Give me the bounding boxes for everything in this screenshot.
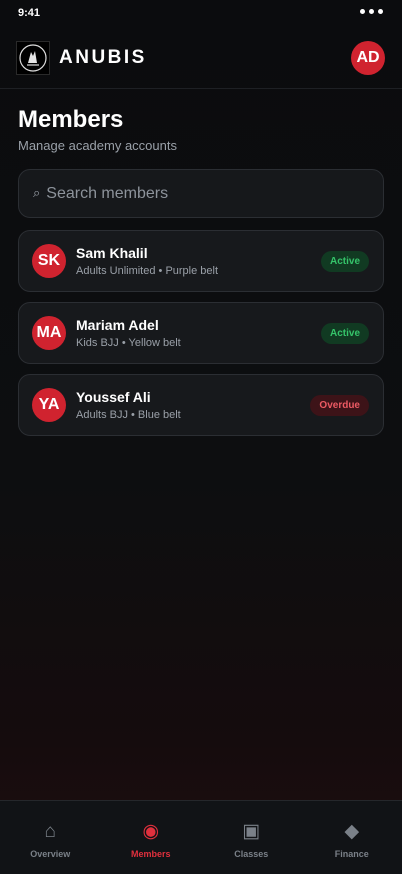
status-bar: 9:41 bbox=[0, 0, 402, 28]
search-input[interactable] bbox=[46, 184, 347, 203]
status-time: 9:41 bbox=[18, 7, 41, 19]
home-icon: ⌂ bbox=[44, 821, 56, 842]
tab-label: Members bbox=[130, 849, 171, 859]
member-avatar: YA bbox=[32, 388, 66, 422]
anubis-logo bbox=[16, 41, 50, 75]
tab-label: Classes bbox=[234, 849, 269, 859]
member-name: Mariam Adel bbox=[76, 317, 159, 333]
status-badge: Overdue bbox=[310, 395, 369, 416]
brand-name: ANUBIS bbox=[59, 47, 147, 68]
finance-icon: ◆ bbox=[344, 821, 360, 842]
status-badge: Active bbox=[320, 323, 369, 344]
member-avatar: SK bbox=[32, 244, 66, 278]
app-header: ANUBIS AD bbox=[0, 28, 402, 89]
more-icon[interactable] bbox=[360, 9, 383, 14]
member-card[interactable]: MA Mariam Adel Kids BJJ • Yellow belt Ac… bbox=[18, 302, 384, 364]
tab-members[interactable]: ◉ Members bbox=[101, 801, 202, 874]
bottom-tab-bar: ⌂ Overview ◉ Members ▣ Classes ◆ Finance bbox=[0, 800, 402, 874]
member-detail: Adults BJJ • Blue belt bbox=[76, 409, 181, 421]
status-badge: Active bbox=[320, 251, 369, 272]
search-box[interactable]: ⌕ bbox=[18, 169, 384, 218]
tab-label: Overview bbox=[30, 849, 71, 859]
search-icon: ⌕ bbox=[33, 184, 41, 200]
member-card[interactable]: YA Youssef Ali Adults BJJ • Blue belt Ov… bbox=[18, 374, 384, 436]
tab-overview[interactable]: ⌂ Overview bbox=[0, 801, 101, 874]
members-icon: ◉ bbox=[142, 821, 160, 842]
tab-classes[interactable]: ▣ Classes bbox=[201, 801, 302, 874]
page-subtitle: Manage academy accounts bbox=[18, 138, 177, 153]
tab-finance[interactable]: ◆ Finance bbox=[302, 801, 402, 874]
member-detail: Adults Unlimited • Purple belt bbox=[76, 265, 219, 277]
tab-label: Finance bbox=[334, 849, 369, 859]
member-name: Youssef Ali bbox=[76, 389, 151, 405]
member-avatar: MA bbox=[32, 316, 66, 350]
member-card[interactable]: SK Sam Khalil Adults Unlimited • Purple … bbox=[18, 230, 384, 292]
user-avatar[interactable]: AD bbox=[351, 41, 385, 75]
page-title: Members bbox=[18, 106, 124, 133]
member-name: Sam Khalil bbox=[76, 245, 148, 261]
classes-icon: ▣ bbox=[242, 821, 261, 842]
member-detail: Kids BJJ • Yellow belt bbox=[76, 337, 181, 349]
member-list: SK Sam Khalil Adults Unlimited • Purple … bbox=[18, 230, 384, 446]
